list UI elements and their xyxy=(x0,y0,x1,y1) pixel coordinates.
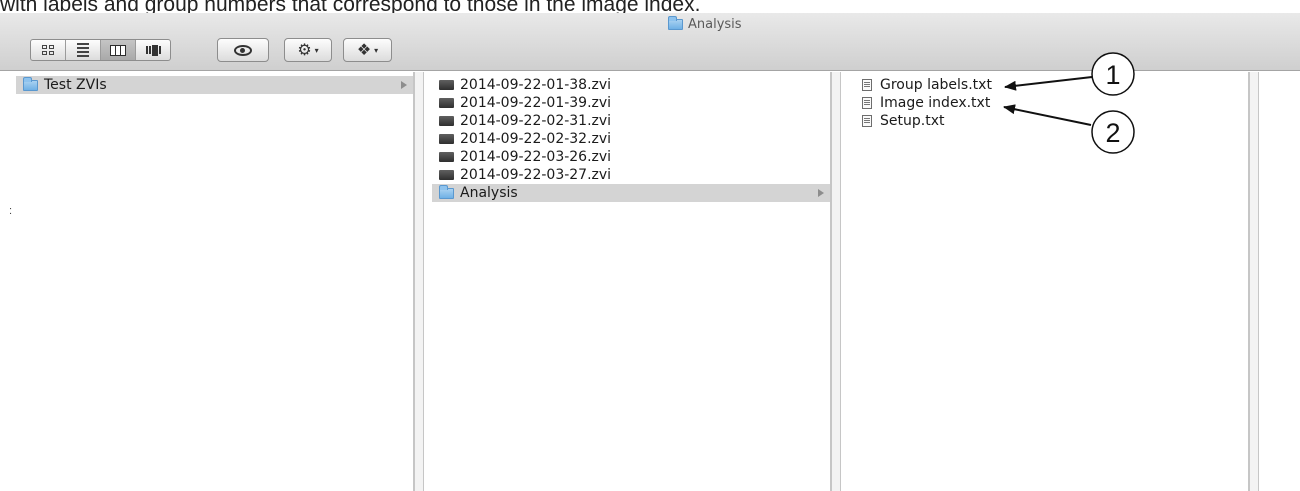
column-browser: : Test ZVIs 2014-09-22-01-38.zvi 2014-09… xyxy=(0,72,1300,491)
zvi-file-icon xyxy=(439,152,454,162)
toolbar: Analysis ⚙ ▾ ❖ ▾ xyxy=(0,13,1300,71)
column-divider[interactable] xyxy=(1249,72,1259,491)
action-menu-button[interactable]: ⚙ ▾ xyxy=(284,38,332,62)
row-label: Image index.txt xyxy=(880,95,991,111)
column-view-button[interactable] xyxy=(101,40,136,60)
column-3: Group labels.txt Image index.txt Setup.t… xyxy=(849,72,1249,491)
file-row[interactable]: 2014-09-22-02-32.zvi xyxy=(432,130,830,148)
icon-view-icon xyxy=(42,45,54,55)
window-title-label: Analysis xyxy=(688,16,742,32)
row-label: 2014-09-22-01-38.zvi xyxy=(460,77,612,93)
icon-view-button[interactable] xyxy=(31,40,66,60)
window-title: Analysis xyxy=(668,15,742,32)
row-label: Setup.txt xyxy=(880,113,945,129)
finder-window: Analysis ⚙ ▾ ❖ ▾ : Test ZVIs 2014-09-22-… xyxy=(0,0,1300,491)
disclosure-arrow-icon xyxy=(818,189,824,197)
zvi-file-icon xyxy=(439,98,454,108)
text-file-icon xyxy=(862,115,872,127)
column-resize-handle[interactable]: : xyxy=(9,205,12,217)
dropbox-menu-button[interactable]: ❖ ▾ xyxy=(343,38,392,62)
gear-icon: ⚙ xyxy=(297,40,312,59)
row-label: 2014-09-22-03-26.zvi xyxy=(460,149,612,165)
zvi-file-icon xyxy=(439,134,454,144)
list-view-icon xyxy=(77,43,89,57)
file-row[interactable]: 2014-09-22-01-39.zvi xyxy=(432,94,830,112)
row-label: 2014-09-22-01-39.zvi xyxy=(460,95,612,111)
row-label: 2014-09-22-03-27.zvi xyxy=(460,167,612,183)
chevron-down-icon: ▾ xyxy=(314,45,319,55)
folder-row-analysis[interactable]: Analysis xyxy=(432,184,830,202)
row-label: 2014-09-22-02-31.zvi xyxy=(460,113,612,129)
file-row[interactable]: Setup.txt xyxy=(849,112,1248,130)
row-label: Group labels.txt xyxy=(880,77,992,93)
column-2: 2014-09-22-01-38.zvi 2014-09-22-01-39.zv… xyxy=(432,72,831,491)
row-label: Test ZVIs xyxy=(44,77,107,93)
eye-icon xyxy=(234,44,252,56)
text-file-icon xyxy=(862,79,872,91)
folder-row-test-zvis[interactable]: Test ZVIs xyxy=(16,76,413,94)
list-view-button[interactable] xyxy=(66,40,101,60)
quick-look-button[interactable] xyxy=(217,38,269,62)
zvi-file-icon xyxy=(439,116,454,126)
row-label: 2014-09-22-02-32.zvi xyxy=(460,131,612,147)
file-row[interactable]: 2014-09-22-03-26.zvi xyxy=(432,148,830,166)
file-row[interactable]: Group labels.txt xyxy=(849,76,1248,94)
cover-flow-view-button[interactable] xyxy=(136,40,170,60)
column-divider[interactable] xyxy=(414,72,424,491)
zvi-file-icon xyxy=(439,170,454,180)
zvi-file-icon xyxy=(439,80,454,90)
dropbox-icon: ❖ xyxy=(356,40,372,59)
cover-flow-icon xyxy=(145,44,161,56)
file-row[interactable]: 2014-09-22-03-27.zvi xyxy=(432,166,830,184)
chevron-down-icon: ▾ xyxy=(374,45,379,55)
text-file-icon xyxy=(862,97,872,109)
file-row[interactable]: Image index.txt xyxy=(849,94,1248,112)
folder-icon xyxy=(668,15,683,30)
column-divider[interactable] xyxy=(831,72,841,491)
view-mode-selector xyxy=(30,39,171,61)
column-1: Test ZVIs xyxy=(16,72,414,491)
file-row[interactable]: 2014-09-22-02-31.zvi xyxy=(432,112,830,130)
folder-icon xyxy=(23,76,38,91)
file-row[interactable]: 2014-09-22-01-38.zvi xyxy=(432,76,830,94)
row-label: Analysis xyxy=(460,185,518,201)
column-view-icon xyxy=(110,44,126,56)
folder-icon xyxy=(439,184,454,199)
disclosure-arrow-icon xyxy=(401,81,407,89)
